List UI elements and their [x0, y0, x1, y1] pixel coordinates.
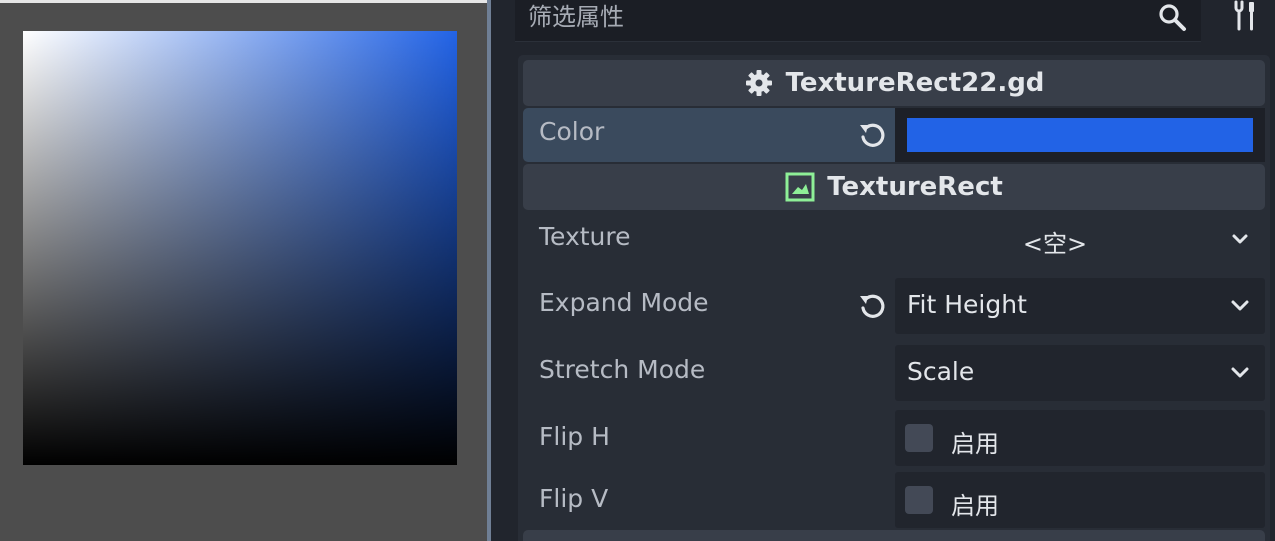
property-row-expand-mode: Expand Mode Fit Height — [523, 276, 1265, 336]
texture-rect-preview[interactable] — [23, 31, 457, 465]
viewport[interactable] — [0, 0, 487, 541]
texturerect-section-title: TextureRect — [827, 172, 1003, 202]
texture-label: Texture — [539, 222, 631, 251]
property-row-flip-h: Flip H 启用 — [523, 410, 1265, 466]
revert-icon[interactable] — [857, 120, 887, 150]
stretch-mode-value: Scale — [907, 357, 975, 386]
texture-value: <空> — [1022, 230, 1088, 258]
chevron-down-icon[interactable] — [1229, 228, 1251, 250]
flip-h-toggle[interactable]: 启用 — [895, 410, 1265, 466]
flip-v-toggle[interactable]: 启用 — [895, 472, 1265, 528]
flip-v-checkbox[interactable] — [905, 486, 933, 514]
stretch-mode-dropdown[interactable]: Scale — [895, 345, 1265, 401]
filter-properties-bar[interactable]: 筛选属性 — [515, 0, 1201, 42]
flip-h-checkbox[interactable] — [905, 424, 933, 452]
flip-h-checkbox-label: 启用 — [951, 430, 999, 458]
color-label: Color — [539, 117, 605, 146]
gear-icon — [745, 70, 772, 96]
flip-v-checkbox-label: 启用 — [951, 492, 999, 520]
revert-icon[interactable] — [857, 291, 887, 321]
preview-value-gradient — [23, 31, 457, 465]
texturerect-icon — [785, 172, 815, 202]
texture-picker[interactable]: <空> — [895, 212, 1265, 268]
script-section-title: TextureRect22.gd — [785, 68, 1045, 98]
texturerect-section-header[interactable]: TextureRect — [523, 164, 1265, 210]
search-icon[interactable] — [1157, 2, 1187, 32]
property-row-flip-v: Flip V 启用 — [523, 472, 1265, 528]
filter-properties-input[interactable]: 筛选属性 — [528, 0, 624, 34]
chevron-down-icon — [1231, 367, 1249, 378]
property-row-texture: Texture <空> — [523, 212, 1265, 268]
expand-mode-value: Fit Height — [907, 290, 1027, 319]
property-row-stretch-mode: Stretch Mode Scale — [523, 343, 1265, 403]
chevron-down-icon — [1231, 300, 1249, 311]
viewport-top-edge — [0, 0, 487, 3]
expand-mode-label: Expand Mode — [539, 288, 709, 317]
inspector-panel: 筛选属性 TextureRect22.gd Color TextureRect … — [491, 0, 1275, 541]
script-section-header[interactable]: TextureRect22.gd — [523, 60, 1265, 106]
next-section-header[interactable] — [523, 530, 1265, 541]
stretch-mode-label: Stretch Mode — [539, 355, 706, 384]
tools-icon[interactable] — [1229, 0, 1261, 32]
expand-mode-dropdown[interactable]: Fit Height — [895, 278, 1265, 334]
flip-v-label: Flip V — [539, 484, 609, 513]
property-row-color: Color — [523, 108, 1265, 162]
color-picker-button[interactable] — [907, 118, 1253, 152]
flip-h-label: Flip H — [539, 422, 610, 451]
